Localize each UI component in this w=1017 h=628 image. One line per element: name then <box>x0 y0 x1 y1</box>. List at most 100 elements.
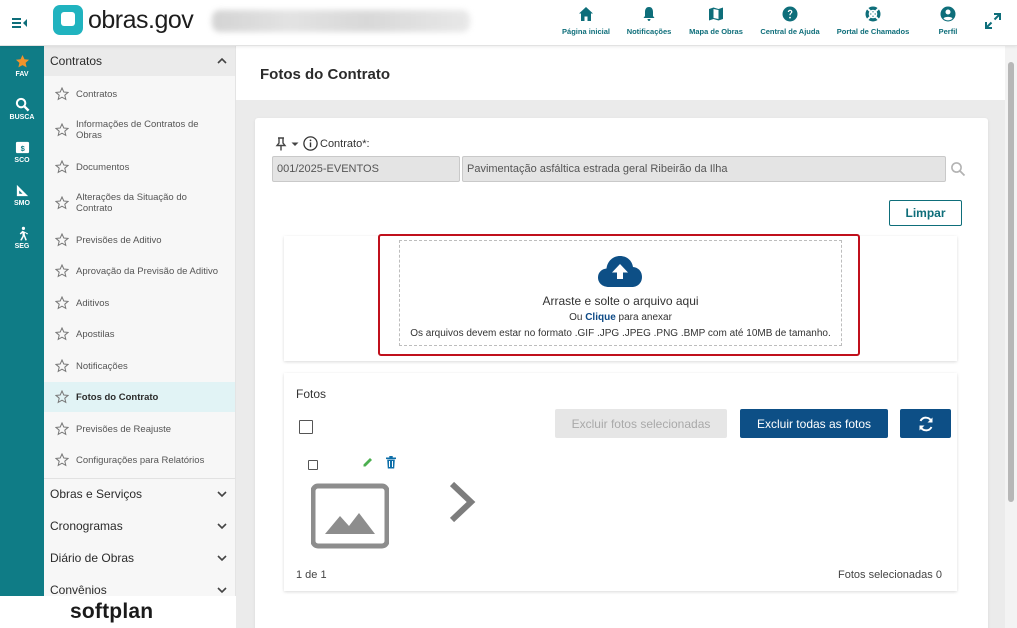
sidebar-item-label: Aditivos <box>76 297 110 309</box>
sidebar-item-notificacoes[interactable]: Notificações <box>44 356 235 376</box>
sidebar-item-label: Aprovação da Previsão de Aditivo <box>76 265 219 277</box>
sidebar-item-configuracoes[interactable]: Configurações para Relatórios <box>44 450 235 470</box>
image-placeholder-icon[interactable] <box>311 483 389 549</box>
rail-sco[interactable]: $ SCO <box>0 140 44 180</box>
section-label: Convênios <box>50 583 107 596</box>
nav-profile[interactable]: Perfil <box>935 6 961 40</box>
contract-field-label-row: Contrato*: <box>274 136 370 151</box>
nav-home-label: Página inicial <box>562 27 610 36</box>
star-outline-icon <box>55 359 69 373</box>
info-icon[interactable] <box>303 136 318 151</box>
section-diario-obras[interactable]: Diário de Obras <box>44 543 235 573</box>
sidebar-item-documentos[interactable]: Documentos <box>44 157 235 177</box>
sidebar-item-previsoes-aditivo[interactable]: Previsões de Aditivo <box>44 230 235 250</box>
rail-seg[interactable]: SEG <box>0 226 44 266</box>
drop-zone-title: Arraste e solte o arquivo aqui <box>542 294 699 308</box>
photos-title: Fotos <box>296 387 327 401</box>
refresh-icon <box>919 416 932 431</box>
nav-map[interactable]: Mapa de Obras <box>689 6 743 40</box>
star-outline-icon <box>55 327 69 341</box>
edit-pencil-icon[interactable] <box>362 456 374 468</box>
section-cronogramas[interactable]: Cronogramas <box>44 511 235 541</box>
user-icon <box>940 6 956 22</box>
sidebar-item-label: Documentos <box>76 161 130 173</box>
menu-toggle-icon[interactable] <box>10 13 30 33</box>
click-to-attach-link[interactable]: Clique <box>585 312 616 323</box>
map-icon <box>709 7 723 21</box>
sidebar-item-label: Previsões de Reajuste <box>76 423 172 435</box>
rail-search-label: BUSCA <box>9 114 35 121</box>
scrollbar-thumb[interactable] <box>1008 62 1014 502</box>
sidebar-item-informacoes[interactable]: Informações de Contratos de Obras <box>44 118 235 142</box>
nav-help[interactable]: Central de Ajuda <box>760 6 820 40</box>
star-outline-icon <box>55 233 69 247</box>
rail-smo[interactable]: SMO <box>0 183 44 223</box>
nav-tickets[interactable]: Portal de Chamados <box>837 6 909 40</box>
sidebar-item-reajuste[interactable]: Previsões de Reajuste <box>44 419 235 439</box>
star-outline-icon <box>55 160 69 174</box>
drop-zone-subtitle: Ou Clique para anexar <box>399 312 842 323</box>
delete-all-button[interactable]: Excluir todas as fotos <box>740 409 888 438</box>
select-all-checkbox[interactable] <box>299 420 313 434</box>
section-label: Obras e Serviços <box>50 486 143 501</box>
blurred-environment-label <box>212 10 470 32</box>
delete-selected-button[interactable]: Excluir fotos selecionadas <box>555 409 727 438</box>
rail-fav[interactable]: FAV <box>0 54 44 94</box>
section-contratos-label: Contratos <box>50 54 103 68</box>
nav-tickets-label: Portal de Chamados <box>836 27 910 36</box>
section-contratos[interactable]: Contratos <box>44 46 235 76</box>
caret-down-icon[interactable] <box>290 139 300 149</box>
sidebar-item-contratos[interactable]: Contratos <box>44 84 235 104</box>
sidebar-item-fotos[interactable]: Fotos do Contrato <box>44 382 235 412</box>
brand-footer: softplan <box>0 596 236 628</box>
chevron-right-icon[interactable] <box>447 480 477 524</box>
section-obras-servicos[interactable]: Obras e Serviços <box>44 478 235 508</box>
help-icon <box>782 6 798 22</box>
cloud-upload-icon <box>598 256 642 287</box>
photos-panel <box>284 373 957 591</box>
star-outline-icon <box>55 87 69 101</box>
top-bar: obras.gov Página inicial Notificações Ma… <box>0 0 1017 46</box>
search-icon[interactable] <box>950 161 966 177</box>
star-outline-icon <box>55 422 69 436</box>
sidebar-item-label: Notificações <box>76 360 128 372</box>
section-label: Cronogramas <box>50 519 123 533</box>
sidebar-item-apostilas[interactable]: Apostilas <box>44 324 235 344</box>
nav-profile-label: Perfil <box>938 27 958 36</box>
star-outline-icon <box>55 296 69 310</box>
contract-description-field[interactable]: Pavimentação asfáltica estrada geral Rib… <box>462 156 946 182</box>
chevron-down-icon <box>217 555 227 562</box>
sidebar-item-label: Apostilas <box>76 328 115 340</box>
rail-seg-label: SEG <box>14 243 30 250</box>
app-logo[interactable]: obras.gov <box>53 5 194 35</box>
page-header: Fotos do Contrato <box>236 46 1005 100</box>
logo-text: obras.gov <box>88 5 194 34</box>
expand-icon[interactable] <box>984 12 1002 30</box>
chevron-down-icon <box>217 490 227 497</box>
refresh-button[interactable] <box>900 409 951 438</box>
sidebar-item-label: Alterações da Situação do Contrato <box>76 192 187 214</box>
nav-home[interactable]: Página inicial <box>562 6 610 40</box>
trash-icon[interactable] <box>385 456 397 469</box>
section-convenios[interactable]: Convênios <box>44 575 235 596</box>
chevron-down-icon <box>217 587 227 594</box>
drop-sub-suffix: para anexar <box>618 312 672 323</box>
lifebuoy-icon <box>865 6 881 22</box>
star-icon <box>15 54 29 68</box>
sidebar-item-aprovacao[interactable]: Aprovação da Previsão de Aditivo <box>44 261 235 281</box>
sidebar-item-alteracoes[interactable]: Alterações da Situação do Contrato <box>44 191 235 215</box>
contract-field-label: Contrato*: <box>320 137 370 150</box>
contract-code-field[interactable]: 001/2025-EVENTOS <box>272 156 460 182</box>
photo-select-checkbox[interactable] <box>308 460 318 470</box>
rail-search[interactable]: BUSCA <box>0 97 44 137</box>
page-scrollbar[interactable] <box>1005 46 1017 628</box>
section-label: Diário de Obras <box>50 551 135 565</box>
sidebar-item-label: Fotos do Contrato <box>76 391 159 403</box>
star-outline-icon <box>55 264 69 278</box>
nav-notifications[interactable]: Notificações <box>626 6 672 40</box>
pin-icon[interactable] <box>274 136 288 151</box>
clear-button[interactable]: Limpar <box>889 200 962 226</box>
rail-smo-label: SMO <box>14 200 30 207</box>
sidebar-item-aditivos[interactable]: Aditivos <box>44 293 235 313</box>
walker-icon <box>19 226 28 241</box>
